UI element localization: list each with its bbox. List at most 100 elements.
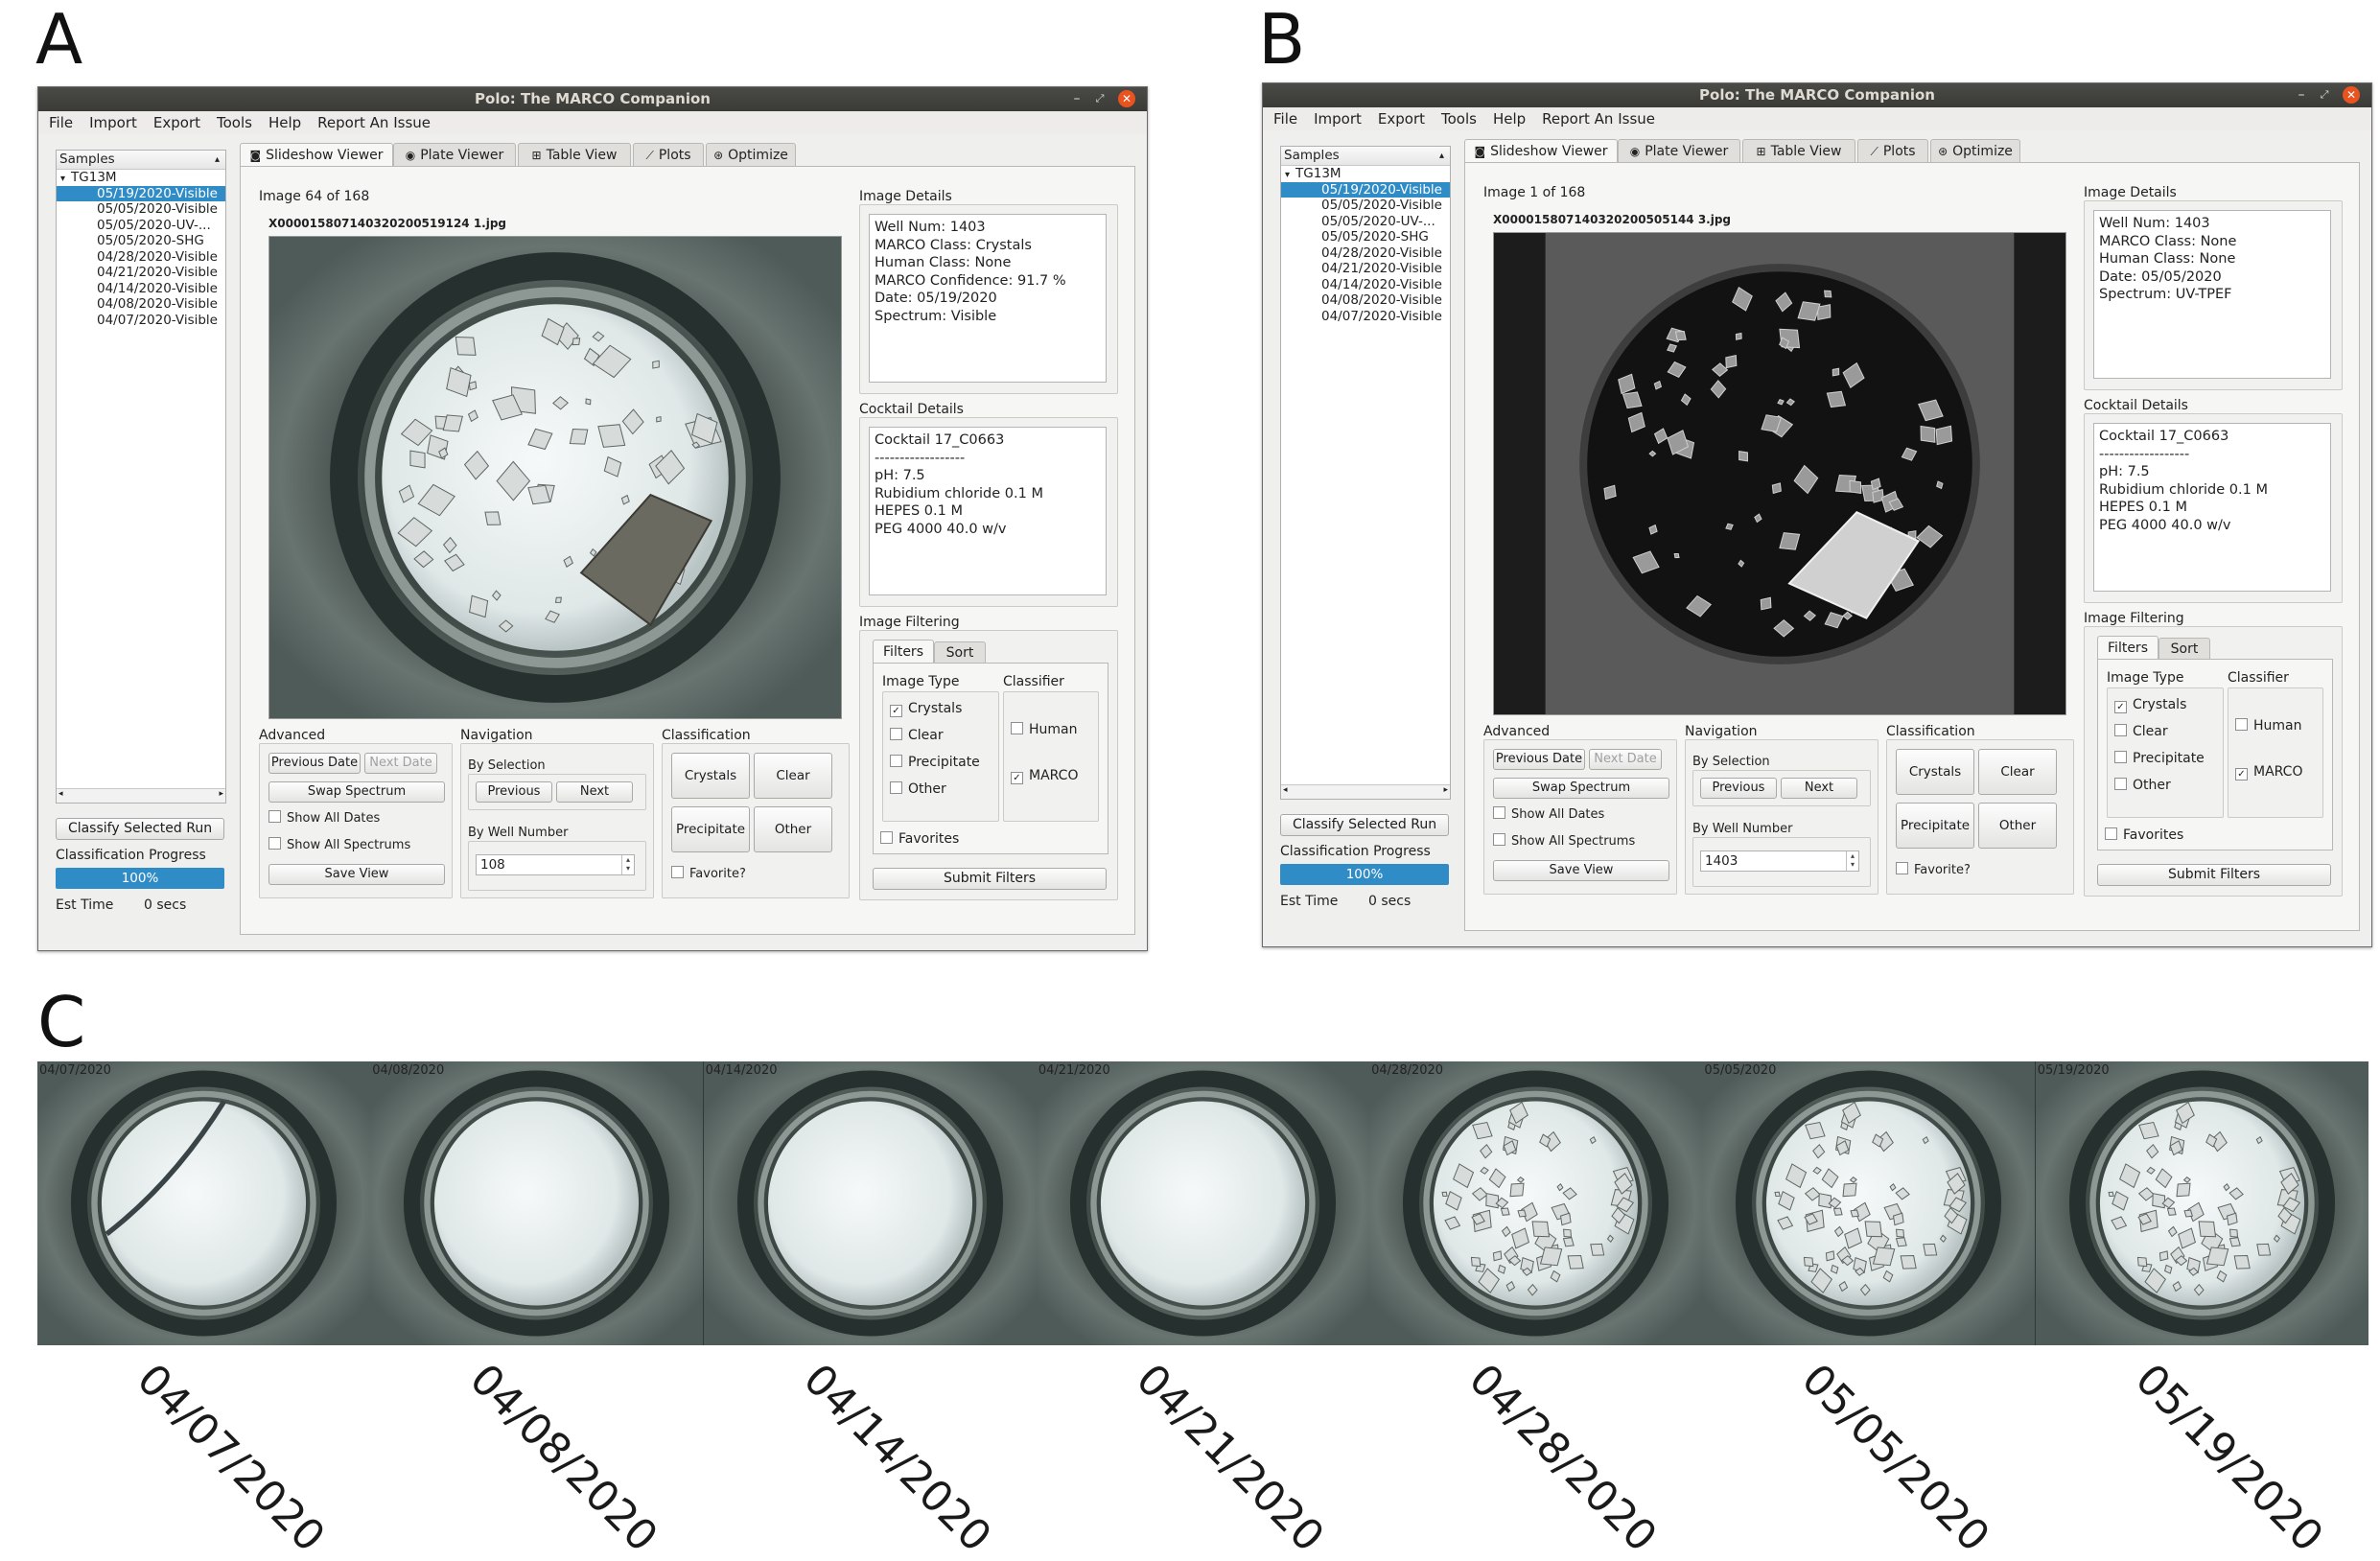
horizontal-scrollbar[interactable]: ◂ ▸: [57, 788, 225, 803]
filter-checkbox-clear[interactable]: Clear: [890, 728, 944, 743]
menu-report-an-issue[interactable]: Report An Issue: [317, 114, 431, 131]
tree-item-sample[interactable]: 04/08/2020-Visible: [1281, 292, 1450, 309]
tab-slideshow-viewer[interactable]: ◙ Slideshow Viewer: [1464, 139, 1618, 164]
previous-button[interactable]: Previous: [1700, 778, 1777, 799]
classify-other-button[interactable]: Other: [1978, 803, 2057, 849]
classify-other-button[interactable]: Other: [754, 806, 832, 852]
tab-table-view[interactable]: ⊞ Table View: [518, 143, 631, 166]
tree-item-sample[interactable]: 04/21/2020-Visible: [57, 265, 225, 281]
filter-checkbox-other[interactable]: Other: [2114, 778, 2171, 793]
classify-crystals-button[interactable]: Crystals: [1896, 749, 1974, 795]
favorite-checkbox[interactable]: Favorite?: [671, 866, 746, 881]
spin-up-icon[interactable]: ▴: [622, 855, 634, 864]
tab-plate-viewer[interactable]: ◉ Plate Viewer: [1618, 139, 1740, 162]
scroll-left-icon[interactable]: ◂: [1283, 785, 1288, 795]
checkbox-box[interactable]: [890, 781, 902, 794]
favorites-checkbox[interactable]: Favorites: [2105, 827, 2183, 843]
scroll-right-icon[interactable]: ▸: [1443, 785, 1448, 795]
menu-export[interactable]: Export: [153, 114, 200, 131]
tab-table-view[interactable]: ⊞ Table View: [1742, 139, 1855, 162]
checkbox-box[interactable]: [1896, 862, 1908, 874]
filter-checkbox-precipitate[interactable]: Precipitate: [2114, 751, 2205, 766]
menu-export[interactable]: Export: [1378, 110, 1425, 128]
menu-file[interactable]: File: [1273, 110, 1297, 128]
filter-checkbox-precipitate[interactable]: Precipitate: [890, 755, 980, 770]
well-number-input[interactable]: 1403 ▴ ▾: [1700, 850, 1859, 872]
tree-item-sample[interactable]: 04/21/2020-Visible: [1281, 261, 1450, 277]
show-all-spectrums-checkbox[interactable]: Show All Spectrums: [1493, 833, 1635, 849]
filter-checkbox-crystals[interactable]: ✓ Crystals: [2114, 697, 2186, 713]
checkbox-box[interactable]: [1493, 833, 1505, 846]
minimize-icon[interactable]: –: [1068, 90, 1085, 107]
menu-report-an-issue[interactable]: Report An Issue: [1542, 110, 1655, 128]
checkbox-box[interactable]: [2114, 778, 2127, 790]
scroll-right-icon[interactable]: ▸: [219, 789, 223, 799]
checkbox-box[interactable]: [890, 728, 902, 740]
checkbox-box[interactable]: ✓: [890, 705, 902, 717]
next-button[interactable]: Next: [556, 781, 633, 803]
menu-tools[interactable]: Tools: [217, 114, 252, 131]
checkbox-box[interactable]: [1493, 806, 1505, 819]
checkbox-box[interactable]: [890, 755, 902, 767]
tab-plots[interactable]: ⟋ Plots: [1857, 139, 1928, 162]
filter-checkbox-clear[interactable]: Clear: [2114, 724, 2168, 739]
previous-button[interactable]: Previous: [476, 781, 552, 803]
checkbox-box[interactable]: [1011, 722, 1023, 734]
tree-item-sample[interactable]: 04/07/2020-Visible: [1281, 309, 1450, 325]
well-number-stepper[interactable]: ▴ ▾: [621, 855, 634, 874]
favorites-checkbox[interactable]: Favorites: [880, 831, 959, 847]
submit-filters-button[interactable]: Submit Filters: [873, 868, 1107, 890]
tab-optimize[interactable]: ⊛ Optimize: [706, 143, 796, 166]
menu-file[interactable]: File: [49, 114, 73, 131]
menu-help[interactable]: Help: [1493, 110, 1526, 128]
spin-down-icon[interactable]: ▾: [1847, 860, 1858, 869]
well-number-input[interactable]: 108 ▴ ▾: [476, 854, 635, 875]
tab-sort[interactable]: Sort: [2158, 638, 2210, 659]
menu-help[interactable]: Help: [268, 114, 301, 131]
checkbox-box[interactable]: [2114, 724, 2127, 736]
checkbox-box[interactable]: ✓: [2235, 768, 2248, 780]
classifier-checkbox-marco[interactable]: ✓ MARCO: [2235, 764, 2302, 780]
samples-header[interactable]: Samples ▴: [1281, 147, 1450, 166]
next-button[interactable]: Next: [1781, 778, 1857, 799]
tab-slideshow-viewer[interactable]: ◙ Slideshow Viewer: [240, 143, 393, 168]
tree-item-sample[interactable]: 04/28/2020-Visible: [1281, 245, 1450, 262]
tree-item-sample[interactable]: 05/05/2020-Visible: [57, 201, 225, 218]
tab-sort[interactable]: Sort: [934, 641, 986, 663]
maximize-icon[interactable]: ⤢: [2316, 86, 2333, 104]
well-number-stepper[interactable]: ▴ ▾: [1846, 851, 1858, 871]
tree-item-run[interactable]: ▾ TG13M: [1281, 166, 1450, 182]
tree-item-sample[interactable]: 05/05/2020-Visible: [1281, 198, 1450, 214]
classify-precipitate-button[interactable]: Precipitate: [1896, 803, 1974, 849]
minimize-icon[interactable]: –: [2293, 86, 2310, 104]
tree-item-sample[interactable]: 04/14/2020-Visible: [1281, 277, 1450, 293]
tree-item-sample[interactable]: 05/05/2020-UV-...: [1281, 214, 1450, 230]
checkbox-box[interactable]: [671, 866, 684, 878]
classify-precipitate-button[interactable]: Precipitate: [671, 806, 750, 852]
classify-selected-run-button[interactable]: Classify Selected Run: [56, 818, 224, 840]
swap-spectrum-button[interactable]: Swap Spectrum: [1493, 778, 1669, 799]
horizontal-scrollbar[interactable]: ◂ ▸: [1281, 784, 1450, 799]
save-view-button[interactable]: Save View: [268, 864, 445, 885]
tree-item-sample[interactable]: 05/05/2020-SHG: [1281, 229, 1450, 245]
checkbox-box[interactable]: [2114, 751, 2127, 763]
show-all-dates-checkbox[interactable]: Show All Dates: [268, 810, 380, 826]
samples-tree[interactable]: Samples ▴ ▾ TG13M 05/19/2020-Visible 05/05/20…: [1280, 146, 1451, 800]
classify-crystals-button[interactable]: Crystals: [671, 753, 750, 799]
swap-spectrum-button[interactable]: Swap Spectrum: [268, 781, 445, 803]
next-date-button[interactable]: Next Date: [364, 753, 437, 774]
tree-item-sample[interactable]: 04/07/2020-Visible: [57, 313, 225, 329]
show-all-dates-checkbox[interactable]: Show All Dates: [1493, 806, 1604, 822]
previous-date-button[interactable]: Previous Date: [268, 753, 361, 774]
menu-import[interactable]: Import: [1314, 110, 1362, 128]
classify-selected-run-button[interactable]: Classify Selected Run: [1280, 814, 1449, 836]
tree-item-sample[interactable]: 05/05/2020-SHG: [57, 233, 225, 249]
tab-plate-viewer[interactable]: ◉ Plate Viewer: [393, 143, 516, 166]
spin-up-icon[interactable]: ▴: [1847, 851, 1858, 860]
classifier-checkbox-marco[interactable]: ✓ MARCO: [1011, 768, 1078, 784]
checkbox-box[interactable]: ✓: [1011, 772, 1023, 784]
close-icon[interactable]: ✕: [1118, 90, 1135, 107]
submit-filters-button[interactable]: Submit Filters: [2097, 864, 2331, 886]
filter-checkbox-crystals[interactable]: ✓ Crystals: [890, 701, 962, 717]
samples-header[interactable]: Samples ▴: [57, 151, 225, 170]
